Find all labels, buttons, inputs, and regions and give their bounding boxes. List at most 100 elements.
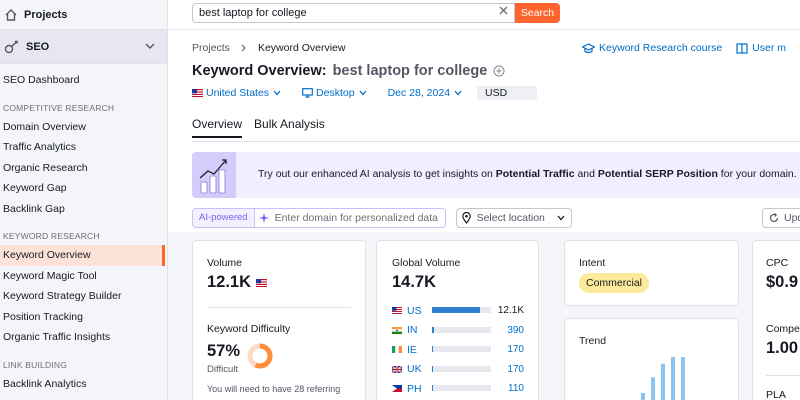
ai-domain-field: AI-powered Enter domain for personalized…: [192, 208, 446, 228]
breadcrumb-projects[interactable]: Projects: [192, 42, 230, 54]
chevron-down-icon: [454, 90, 462, 96]
kd-label: Keyword Difficulty: [207, 323, 291, 335]
search-button[interactable]: Search: [515, 3, 560, 23]
sidebar-item-domain-overview[interactable]: Domain Overview: [0, 117, 167, 138]
kd-note: You will need to have 28 referring: [207, 384, 341, 394]
tabs: Overview Bulk Analysis: [192, 117, 337, 138]
date-label: Dec 28, 2024: [387, 87, 451, 99]
kd-level: Difficult: [207, 364, 238, 375]
sidebar-seo-toggle[interactable]: SEO: [0, 30, 167, 64]
add-circle-icon[interactable]: [493, 65, 505, 77]
sidebar-item-backlink-gap[interactable]: Backlink Gap: [0, 199, 167, 220]
book-icon: [736, 42, 748, 54]
competition-value: 1.00: [766, 339, 799, 357]
volume-bar: [432, 326, 434, 333]
search-input[interactable]: best laptop for college: [192, 3, 515, 23]
volume-value: 12.1K: [207, 273, 252, 291]
country-volume[interactable]: 110: [508, 383, 524, 394]
uk-flag-icon: [392, 365, 402, 373]
country-code[interactable]: US: [407, 305, 431, 317]
update-button[interactable]: Upd: [762, 208, 800, 228]
us-flag-icon: [192, 89, 203, 97]
currency-label: USD: [477, 86, 538, 100]
course-link[interactable]: Keyword Research course: [582, 42, 722, 54]
card-divider: [207, 307, 351, 308]
sidebar-projects[interactable]: Projects: [0, 0, 167, 30]
user-manual-link[interactable]: User m: [736, 42, 786, 54]
volume-bar-track: [432, 365, 491, 372]
seo-icon: [4, 40, 18, 53]
device-select[interactable]: Desktop: [302, 87, 370, 99]
sidebar-item-keyword-overview[interactable]: Keyword Overview: [0, 245, 165, 266]
us-flag-icon: [256, 278, 268, 287]
home-icon: [5, 8, 17, 21]
pla-label: PLA: [766, 389, 786, 400]
trend-bar: [671, 357, 675, 400]
close-icon[interactable]: [499, 6, 508, 15]
user-manual-label: User m: [752, 42, 786, 54]
country-volume[interactable]: 170: [507, 364, 524, 375]
chevron-down-icon: [145, 43, 155, 49]
country-label: United States: [206, 87, 270, 99]
domain-input[interactable]: Enter domain for personalized data: [254, 209, 445, 227]
banner-text-bold-2: Potential SERP Position: [597, 168, 718, 180]
tab-bulk-analysis[interactable]: Bulk Analysis: [254, 117, 325, 138]
cpc-label: CPC: [766, 257, 789, 269]
ai-filter-row: AI-powered Enter domain for personalized…: [192, 208, 572, 228]
country-volume: 12.1K: [497, 305, 524, 317]
sidebar-item-organic-traffic-insights[interactable]: Organic Traffic Insights: [0, 327, 167, 348]
main-content: best laptop for college Search Projects …: [168, 0, 800, 400]
country-code[interactable]: IN: [407, 324, 431, 336]
competition-label: Compet: [766, 323, 800, 335]
sidebar-item-position-tracking[interactable]: Position Tracking: [0, 307, 167, 328]
ai-promo-banner[interactable]: Try out our enhanced AI analysis to get …: [192, 152, 800, 198]
volume-bar: [432, 346, 433, 352]
sidebar-item-keyword-gap[interactable]: Keyword Gap: [0, 178, 167, 199]
us-flag-icon: [392, 307, 402, 315]
volume-bar: [432, 307, 481, 313]
trend-bar: [681, 357, 685, 400]
country-select[interactable]: United States: [192, 87, 284, 99]
trend-bar: [641, 393, 645, 400]
location-label: Select location: [476, 212, 545, 224]
intent-label: Intent: [579, 257, 606, 269]
tab-overview[interactable]: Overview: [192, 117, 243, 138]
country-volume[interactable]: 170: [507, 344, 524, 355]
device-label: Desktop: [316, 87, 355, 99]
banner-text-post: for your domain.: [717, 168, 797, 180]
volume-card: Volume 12.1K Keyword Difficulty 57% Diff…: [192, 240, 366, 400]
banner-text-pre: Try out our enhanced AI analysis to get …: [258, 168, 496, 180]
sidebar-item-keyword-magic-tool[interactable]: Keyword Magic Tool: [0, 266, 167, 287]
country-code[interactable]: UK: [407, 363, 431, 375]
sidebar-item-seo-dashboard[interactable]: SEO Dashboard: [0, 70, 167, 91]
kd-value: 57%: [207, 342, 241, 360]
country-code[interactable]: IE: [407, 344, 431, 356]
sidebar-item-backlink-analytics[interactable]: Backlink Analytics: [0, 374, 167, 395]
date-select[interactable]: Dec 28, 2024: [388, 87, 465, 99]
sidebar-item-traffic-analytics[interactable]: Traffic Analytics: [0, 137, 167, 158]
banner-text-bold-1: Potential Traffic: [495, 168, 575, 180]
sidebar-section-heading: LINK BUILDING: [3, 359, 68, 370]
chevron-down-icon: [557, 215, 565, 221]
graduation-cap-icon: [582, 42, 596, 53]
desktop-icon: [302, 88, 313, 98]
update-label: Upd: [784, 212, 800, 224]
sidebar-list: SEO Dashboard COMPETITIVE RESEARCH Domain …: [0, 64, 167, 394]
sidebar-item-organic-research[interactable]: Organic Research: [0, 158, 167, 179]
cpc-card: CPC $0.9 Compet 1.00 PLA: [752, 240, 800, 400]
location-select[interactable]: Select location: [455, 208, 572, 228]
chevron-down-icon: [273, 90, 281, 96]
trend-bar: [651, 377, 655, 400]
volume-bar-track: [432, 326, 491, 333]
country-volume[interactable]: 390: [507, 325, 524, 336]
intent-card: Intent Commercial: [564, 240, 739, 306]
banner-text-mid: and: [574, 168, 598, 180]
volume-bar-track: [432, 307, 491, 313]
trend-card: Trend: [564, 318, 739, 400]
sidebar-item-keyword-strategy-builder[interactable]: Keyword Strategy Builder: [0, 286, 167, 307]
currency-select[interactable]: USD: [477, 86, 538, 100]
tabs-divider: [192, 141, 800, 142]
in-flag-icon: [392, 326, 402, 334]
country-code[interactable]: PH: [407, 383, 431, 395]
banner-text: Try out our enhanced AI analysis to get …: [258, 168, 797, 180]
